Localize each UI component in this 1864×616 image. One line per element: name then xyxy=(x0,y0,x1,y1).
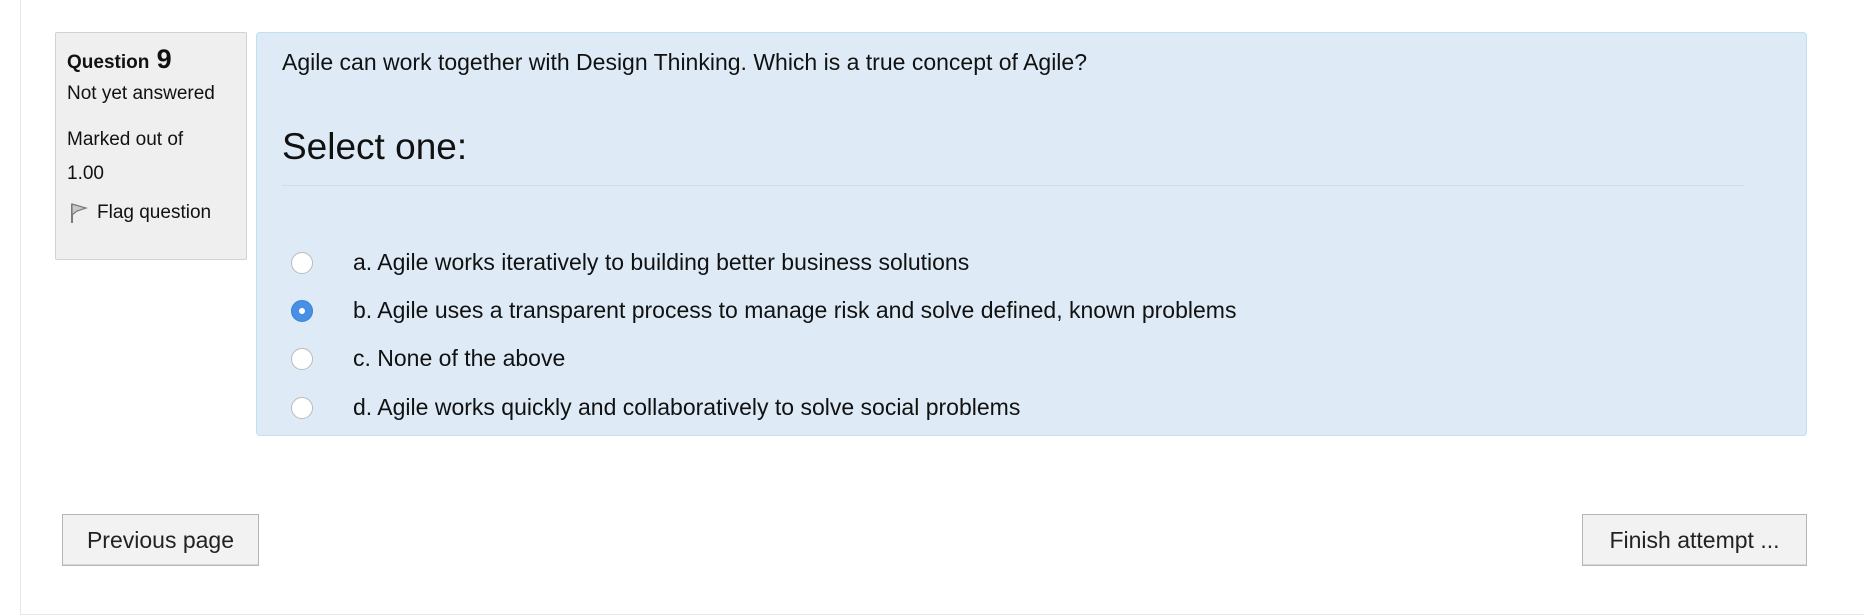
radio-button-d[interactable] xyxy=(291,397,313,419)
answer-option-a[interactable]: a. Agile works iteratively to building b… xyxy=(257,243,1657,283)
answer-option-label[interactable]: c. None of the above xyxy=(353,343,565,373)
flag-question-label: Flag question xyxy=(97,202,212,223)
flag-icon xyxy=(71,203,89,223)
question-text: Agile can work together with Design Thin… xyxy=(282,49,1087,75)
answer-option-label[interactable]: a. Agile works iteratively to building b… xyxy=(353,247,969,277)
radio-button-b[interactable] xyxy=(291,300,313,322)
prompt-divider xyxy=(282,185,1744,186)
question-number: 9 xyxy=(156,44,172,74)
flag-question-button[interactable]: Flag question xyxy=(67,202,246,224)
answer-status: Not yet answered xyxy=(67,83,215,104)
question-number-heading: Question 9 xyxy=(67,45,246,77)
question-panel: Agile can work together with Design Thin… xyxy=(256,32,1807,436)
answer-option-d[interactable]: d. Agile works quickly and collaborative… xyxy=(257,388,1657,428)
answer-option-label[interactable]: b. Agile uses a transparent process to m… xyxy=(353,295,1236,325)
marks-info: Marked out of 1.00 xyxy=(67,123,246,191)
select-one-prompt: Select one: xyxy=(282,126,468,167)
answer-option-c[interactable]: c. None of the above xyxy=(257,339,1657,379)
radio-button-a[interactable] xyxy=(291,252,313,274)
question-label: Question xyxy=(67,52,150,73)
marked-out-of-label: Marked out of xyxy=(67,129,184,150)
answer-option-b[interactable]: b. Agile uses a transparent process to m… xyxy=(257,291,1657,331)
marked-out-of-value: 1.00 xyxy=(67,163,104,184)
finish-attempt-button[interactable]: Finish attempt ... xyxy=(1582,514,1807,566)
question-info-panel: Question 9 Not yet answered Marked out o… xyxy=(55,32,247,260)
radio-button-c[interactable] xyxy=(291,348,313,370)
answer-option-label[interactable]: d. Agile works quickly and collaborative… xyxy=(353,392,1020,422)
previous-page-button[interactable]: Previous page xyxy=(62,514,259,566)
